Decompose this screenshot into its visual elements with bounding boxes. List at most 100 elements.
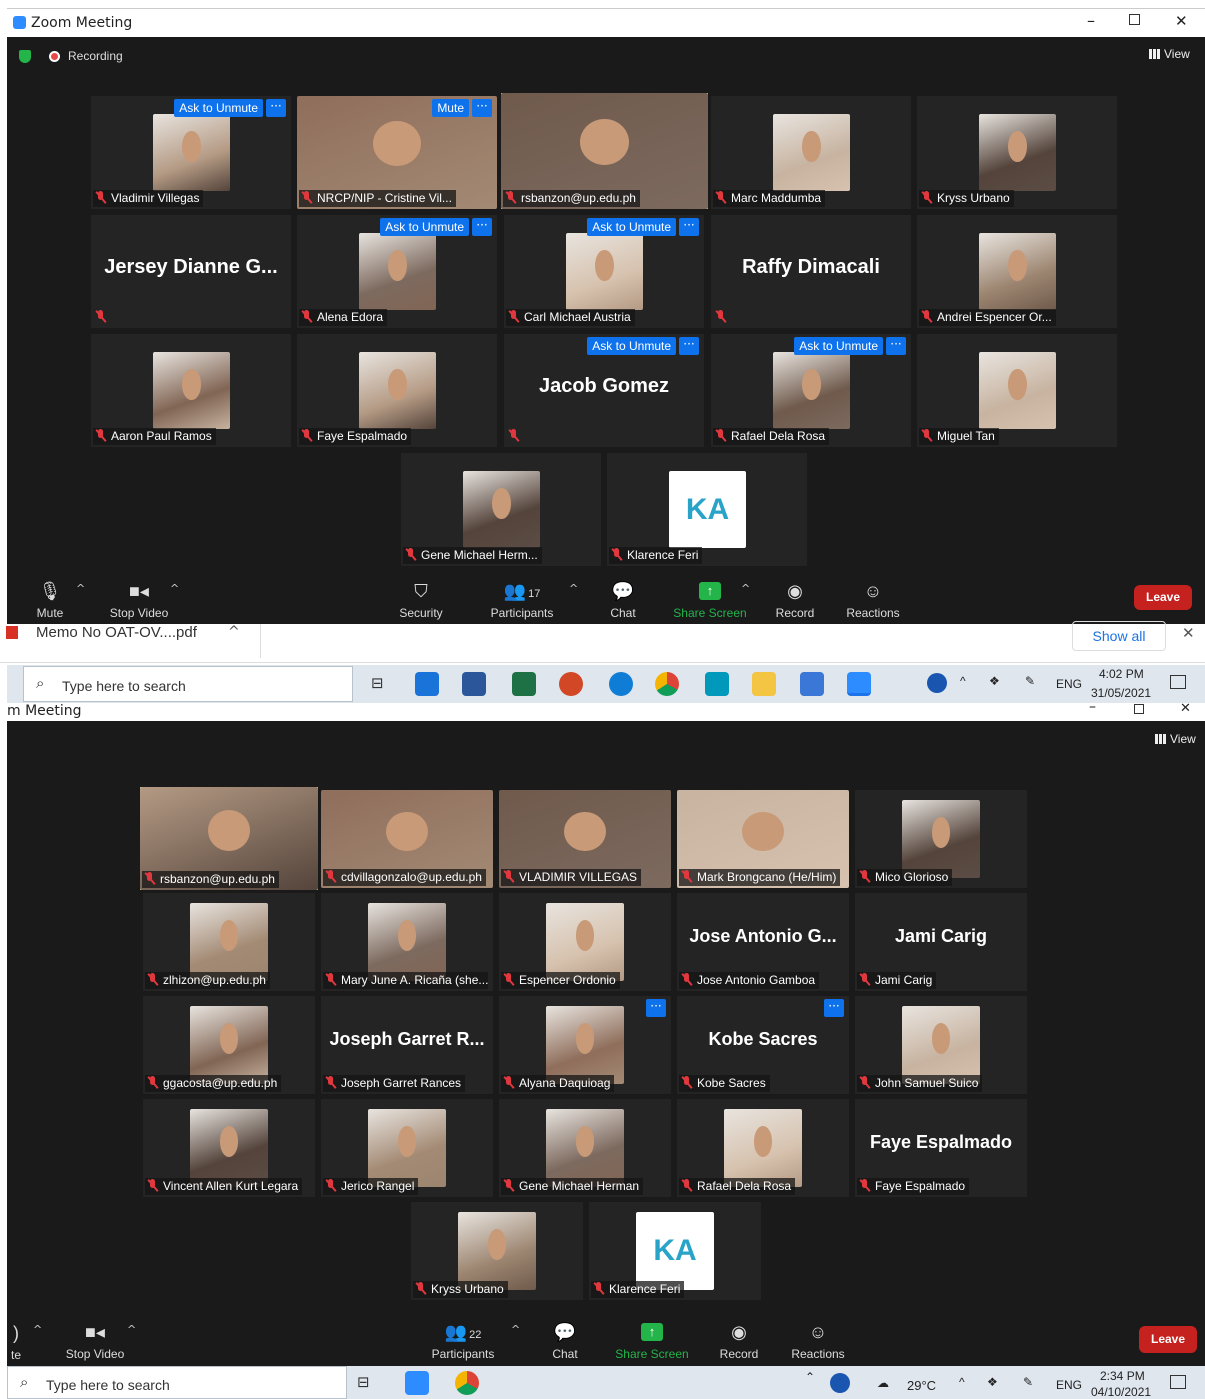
close-button[interactable]: ✕ xyxy=(1180,701,1191,716)
video-tile[interactable]: Gene Michael Herman xyxy=(499,1099,671,1197)
download-chevron-icon[interactable]: ^ xyxy=(228,624,240,640)
video-tile[interactable]: Mary June A. Ricaña (she... xyxy=(321,893,493,991)
dropbox-icon[interactable]: ❖ xyxy=(989,674,1000,688)
language-indicator[interactable]: ENG xyxy=(1056,1378,1082,1392)
video-tile[interactable]: Mico Glorioso xyxy=(855,790,1027,888)
pen-icon[interactable]: ✎ xyxy=(1023,1375,1033,1389)
pen-icon[interactable]: ✎ xyxy=(1025,674,1035,688)
tile-action-button[interactable]: Ask to Unmute xyxy=(174,99,263,117)
help-icon[interactable] xyxy=(927,673,947,693)
taskbar-search[interactable]: ⌕ Type here to search xyxy=(23,666,353,702)
video-tile[interactable]: rsbanzon@up.edu.ph xyxy=(501,93,708,209)
video-tile[interactable]: Ask to Unmute ··· Rafael Dela Rosa xyxy=(711,334,911,447)
more-options-button[interactable]: ··· xyxy=(266,99,286,117)
video-tile[interactable]: Joseph Garret R... Joseph Garret Rances xyxy=(321,996,493,1094)
video-tile[interactable]: zlhizon@up.edu.ph xyxy=(143,893,315,991)
chrome-app-icon[interactable] xyxy=(455,1371,479,1395)
reactions-button[interactable]: ☺ Reactions xyxy=(842,580,904,620)
dropbox-icon[interactable]: ❖ xyxy=(987,1375,998,1389)
video-tile[interactable]: Aaron Paul Ramos xyxy=(91,334,291,447)
video-tile[interactable]: Kobe Sacres ··· Kobe Sacres xyxy=(677,996,849,1094)
video-tile[interactable]: John Samuel Suico xyxy=(855,996,1027,1094)
tile-action-button[interactable]: Mute xyxy=(432,99,469,117)
video-tile[interactable]: ggacosta@up.edu.ph xyxy=(143,996,315,1094)
download-file-name[interactable]: Memo No OAT-OV....pdf xyxy=(36,624,197,641)
video-tile[interactable]: Kryss Urbano xyxy=(411,1202,583,1300)
taskbar-search[interactable]: ⌕ Type here to search xyxy=(7,1366,347,1399)
video-tile[interactable]: rsbanzon@up.edu.ph xyxy=(140,787,318,890)
language-indicator[interactable]: ENG xyxy=(1056,677,1082,691)
reactions-button[interactable]: ☺ Reactions xyxy=(788,1321,848,1361)
view-button[interactable]: View xyxy=(1155,732,1196,746)
record-button[interactable]: ◉ Record xyxy=(772,580,818,620)
more-options-button[interactable]: ··· xyxy=(646,999,666,1017)
video-tile[interactable]: KA Klarence Feri xyxy=(589,1202,761,1300)
store-app-icon[interactable] xyxy=(462,672,486,696)
video-tile[interactable]: Raffy Dimacali xyxy=(711,215,911,328)
video-tile[interactable]: Rafael Dela Rosa xyxy=(677,1099,849,1197)
view-button[interactable]: View xyxy=(1149,47,1190,61)
edge-app-icon[interactable] xyxy=(609,672,633,696)
mute-button[interactable]: ) te xyxy=(7,1322,25,1362)
video-tile[interactable]: Jose Antonio G... Jose Antonio Gamboa xyxy=(677,893,849,991)
more-options-button[interactable]: ··· xyxy=(679,337,699,355)
video-options-chevron[interactable]: ^ xyxy=(127,1323,136,1336)
video-tile[interactable]: Jacob Gomez Ask to Unmute ··· xyxy=(504,334,704,447)
calculator-app-icon[interactable] xyxy=(705,672,729,696)
task-view-icon[interactable]: ⊟ xyxy=(357,1373,370,1391)
video-tile[interactable]: cdvillagonzalo@up.edu.ph xyxy=(321,790,493,888)
close-download-bar-button[interactable]: ✕ xyxy=(1182,624,1195,642)
video-tile[interactable]: KA Klarence Feri xyxy=(607,453,807,566)
participants-options-chevron[interactable]: ^ xyxy=(569,582,578,595)
show-all-button[interactable]: Show all xyxy=(1072,621,1166,651)
help-icon[interactable] xyxy=(830,1373,850,1393)
video-options-chevron[interactable]: ^ xyxy=(170,582,179,595)
mute-options-chevron[interactable]: ^ xyxy=(33,1323,42,1336)
tray-chevron-icon[interactable]: ^ xyxy=(960,674,966,688)
video-tile[interactable]: Jersey Dianne G... xyxy=(91,215,291,328)
video-tile[interactable]: ··· Alyana Daquioag xyxy=(499,996,671,1094)
video-tile[interactable]: Jerico Rangel xyxy=(321,1099,493,1197)
chat-button[interactable]: 💬 Chat xyxy=(545,1321,585,1361)
zoom-app-taskbar-icon[interactable] xyxy=(405,1371,429,1395)
video-tile[interactable]: Marc Maddumba xyxy=(711,96,911,209)
clock-date[interactable]: 31/05/2021 xyxy=(1091,686,1151,700)
participants-button[interactable]: 👥 22 Participants xyxy=(424,1321,502,1361)
video-tile[interactable]: Faye Espalmado xyxy=(297,334,497,447)
video-tile[interactable]: VLADIMIR VILLEGAS xyxy=(499,790,671,888)
more-options-button[interactable]: ··· xyxy=(824,999,844,1017)
share-screen-button[interactable]: ↑ Share Screen xyxy=(672,580,748,620)
video-tile[interactable]: Miguel Tan xyxy=(917,334,1117,447)
video-tile[interactable]: Faye Espalmado Faye Espalmado xyxy=(855,1099,1027,1197)
share-screen-button[interactable]: ↑ Share Screen xyxy=(614,1321,690,1361)
weather-temperature[interactable]: 29°C xyxy=(907,1378,936,1393)
clock-time[interactable]: 2:34 PM xyxy=(1100,1369,1145,1383)
mail-app-icon[interactable] xyxy=(415,672,439,696)
video-tile[interactable]: Ask to Unmute ··· Alena Edora xyxy=(297,215,497,328)
more-options-button[interactable]: ··· xyxy=(886,337,906,355)
participants-options-chevron[interactable]: ^ xyxy=(511,1323,520,1336)
video-tile[interactable]: Jami Carig Jami Carig xyxy=(855,893,1027,991)
video-tile[interactable]: Vincent Allen Kurt Legara xyxy=(143,1099,315,1197)
more-options-button[interactable]: ··· xyxy=(679,218,699,236)
participants-button[interactable]: 👥 17 Participants xyxy=(484,580,560,620)
clock-date[interactable]: 04/10/2021 xyxy=(1091,1385,1151,1399)
tile-action-button[interactable]: Ask to Unmute xyxy=(587,337,676,355)
chat-button[interactable]: 💬 Chat xyxy=(603,580,643,620)
restore-button[interactable] xyxy=(1134,704,1144,714)
security-button[interactable]: ⛉ Security xyxy=(393,580,449,620)
mute-options-chevron[interactable]: ^ xyxy=(76,582,85,595)
clock-time[interactable]: 4:02 PM xyxy=(1099,667,1144,681)
tile-action-button[interactable]: Ask to Unmute xyxy=(380,218,469,236)
mute-button[interactable]: 🎙 Mute xyxy=(28,580,72,620)
zoom-app-taskbar-icon[interactable] xyxy=(847,672,871,696)
minimize-button[interactable]: – xyxy=(1089,699,1096,715)
video-tile[interactable]: Gene Michael Herm... xyxy=(401,453,601,566)
share-options-chevron[interactable]: ^ xyxy=(741,582,750,595)
video-tile[interactable]: Espencer Ordonio xyxy=(499,893,671,991)
video-tile[interactable]: Kryss Urbano xyxy=(917,96,1117,209)
notifications-icon[interactable] xyxy=(1170,1375,1186,1389)
chrome-app-icon[interactable] xyxy=(655,672,679,696)
task-view-icon[interactable]: ⊟ xyxy=(371,674,384,692)
stop-video-button[interactable]: ■◂ Stop Video xyxy=(104,580,174,620)
